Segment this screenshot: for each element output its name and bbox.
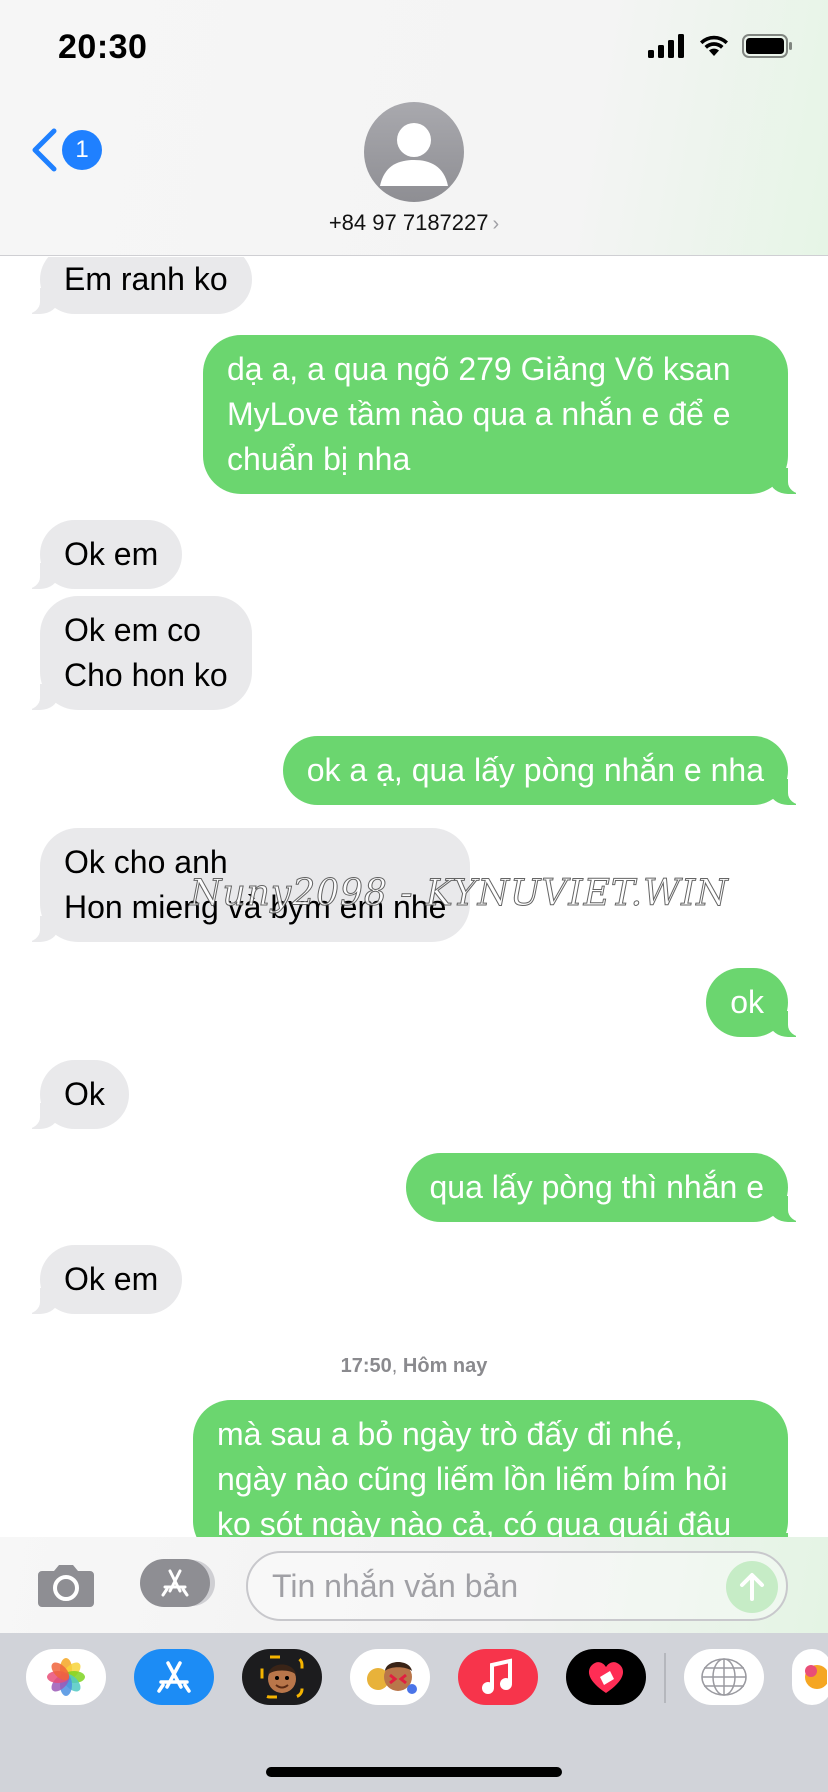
photos-flower-icon (47, 1658, 85, 1696)
person-silhouette-icon (380, 123, 448, 186)
conversation-header: 20:30 1 +84 97 7187227 › (0, 0, 828, 256)
camera-icon (38, 1565, 94, 1607)
globe-grid-icon (701, 1658, 747, 1696)
chevron-left-icon (32, 128, 57, 172)
outgoing-message-bubble[interactable]: mà sau a bỏ ngày trò đấy đi nhé, ngày nà… (193, 1400, 806, 1537)
timestamp-time: 17:50 (340, 1355, 392, 1377)
gif-search-app-button[interactable] (684, 1649, 764, 1705)
animoji-stickers-app-button[interactable] (350, 1649, 430, 1705)
battery-icon (742, 34, 792, 58)
arrow-up-icon (740, 1573, 764, 1601)
animoji-sticker-icon (367, 1662, 417, 1694)
chevron-right-icon: › (492, 213, 500, 235)
imessage-app-drawer (0, 1633, 828, 1792)
message-timestamp: 17:50, Hôm nay (340, 1355, 488, 1377)
wifi-icon (700, 35, 728, 56)
app-store-icon (161, 1569, 189, 1597)
message-text-field[interactable] (246, 1551, 788, 1621)
music-app-button[interactable] (458, 1649, 538, 1705)
status-time: 20:30 (58, 28, 148, 66)
outgoing-message-bubble[interactable]: ok a ạ, qua lấy pòng nhắn e nha (282, 736, 807, 805)
timestamp-day: Hôm nay (402, 1355, 488, 1377)
memoji-app-button[interactable] (242, 1649, 322, 1705)
contact-phone-number: +84 97 7187227 (328, 210, 489, 235)
contact-name-button[interactable]: +84 97 7187227 › (0, 210, 828, 236)
outgoing-message-bubble[interactable]: dạ a, a qua ngõ 279 Giảng Võ ksan MyLove… (203, 335, 806, 494)
send-button[interactable] (726, 1561, 778, 1613)
status-icons (648, 34, 794, 58)
app-store-icon (157, 1661, 191, 1693)
incoming-message-bubble[interactable]: Ok em (21, 520, 183, 589)
apps-button[interactable] (140, 1559, 210, 1607)
outgoing-message-bubble[interactable]: ok (706, 968, 806, 1037)
app-store-app-button[interactable] (134, 1649, 214, 1705)
home-indicator[interactable] (266, 1767, 562, 1777)
unread-count-badge: 1 (62, 130, 102, 170)
incoming-message-bubble[interactable]: Ok em (21, 1245, 183, 1314)
photos-app-button[interactable] (26, 1649, 106, 1705)
incoming-message-bubble[interactable]: Em ranh ko (22, 257, 252, 314)
memoji-face-icon (260, 1655, 304, 1699)
cellular-signal-icon (648, 34, 684, 58)
camera-button[interactable] (36, 1563, 96, 1614)
back-button[interactable]: 1 (30, 128, 102, 172)
incoming-message-bubble[interactable]: Ok em co Cho hon ko (22, 596, 252, 710)
more-apps-button[interactable] (792, 1649, 828, 1705)
contact-avatar[interactable] (364, 102, 464, 202)
outgoing-message-bubble[interactable]: qua lấy pòng thì nhắn e (405, 1153, 806, 1222)
watermark-text: Nuny2098 - KYNUVIET.WIN (190, 873, 729, 915)
message-input-bar (0, 1537, 828, 1633)
incoming-message-bubble[interactable]: Ok (22, 1060, 129, 1129)
music-note-icon (482, 1658, 512, 1694)
heart-icon (588, 1662, 624, 1693)
message-input[interactable] (272, 1553, 692, 1619)
drawer-divider (664, 1653, 666, 1703)
digital-touch-app-button[interactable] (566, 1649, 646, 1705)
colorful-app-icon (805, 1665, 827, 1689)
message-list[interactable]: Em ranh ko dạ a, a qua ngõ 279 Giảng Võ … (0, 257, 828, 1537)
